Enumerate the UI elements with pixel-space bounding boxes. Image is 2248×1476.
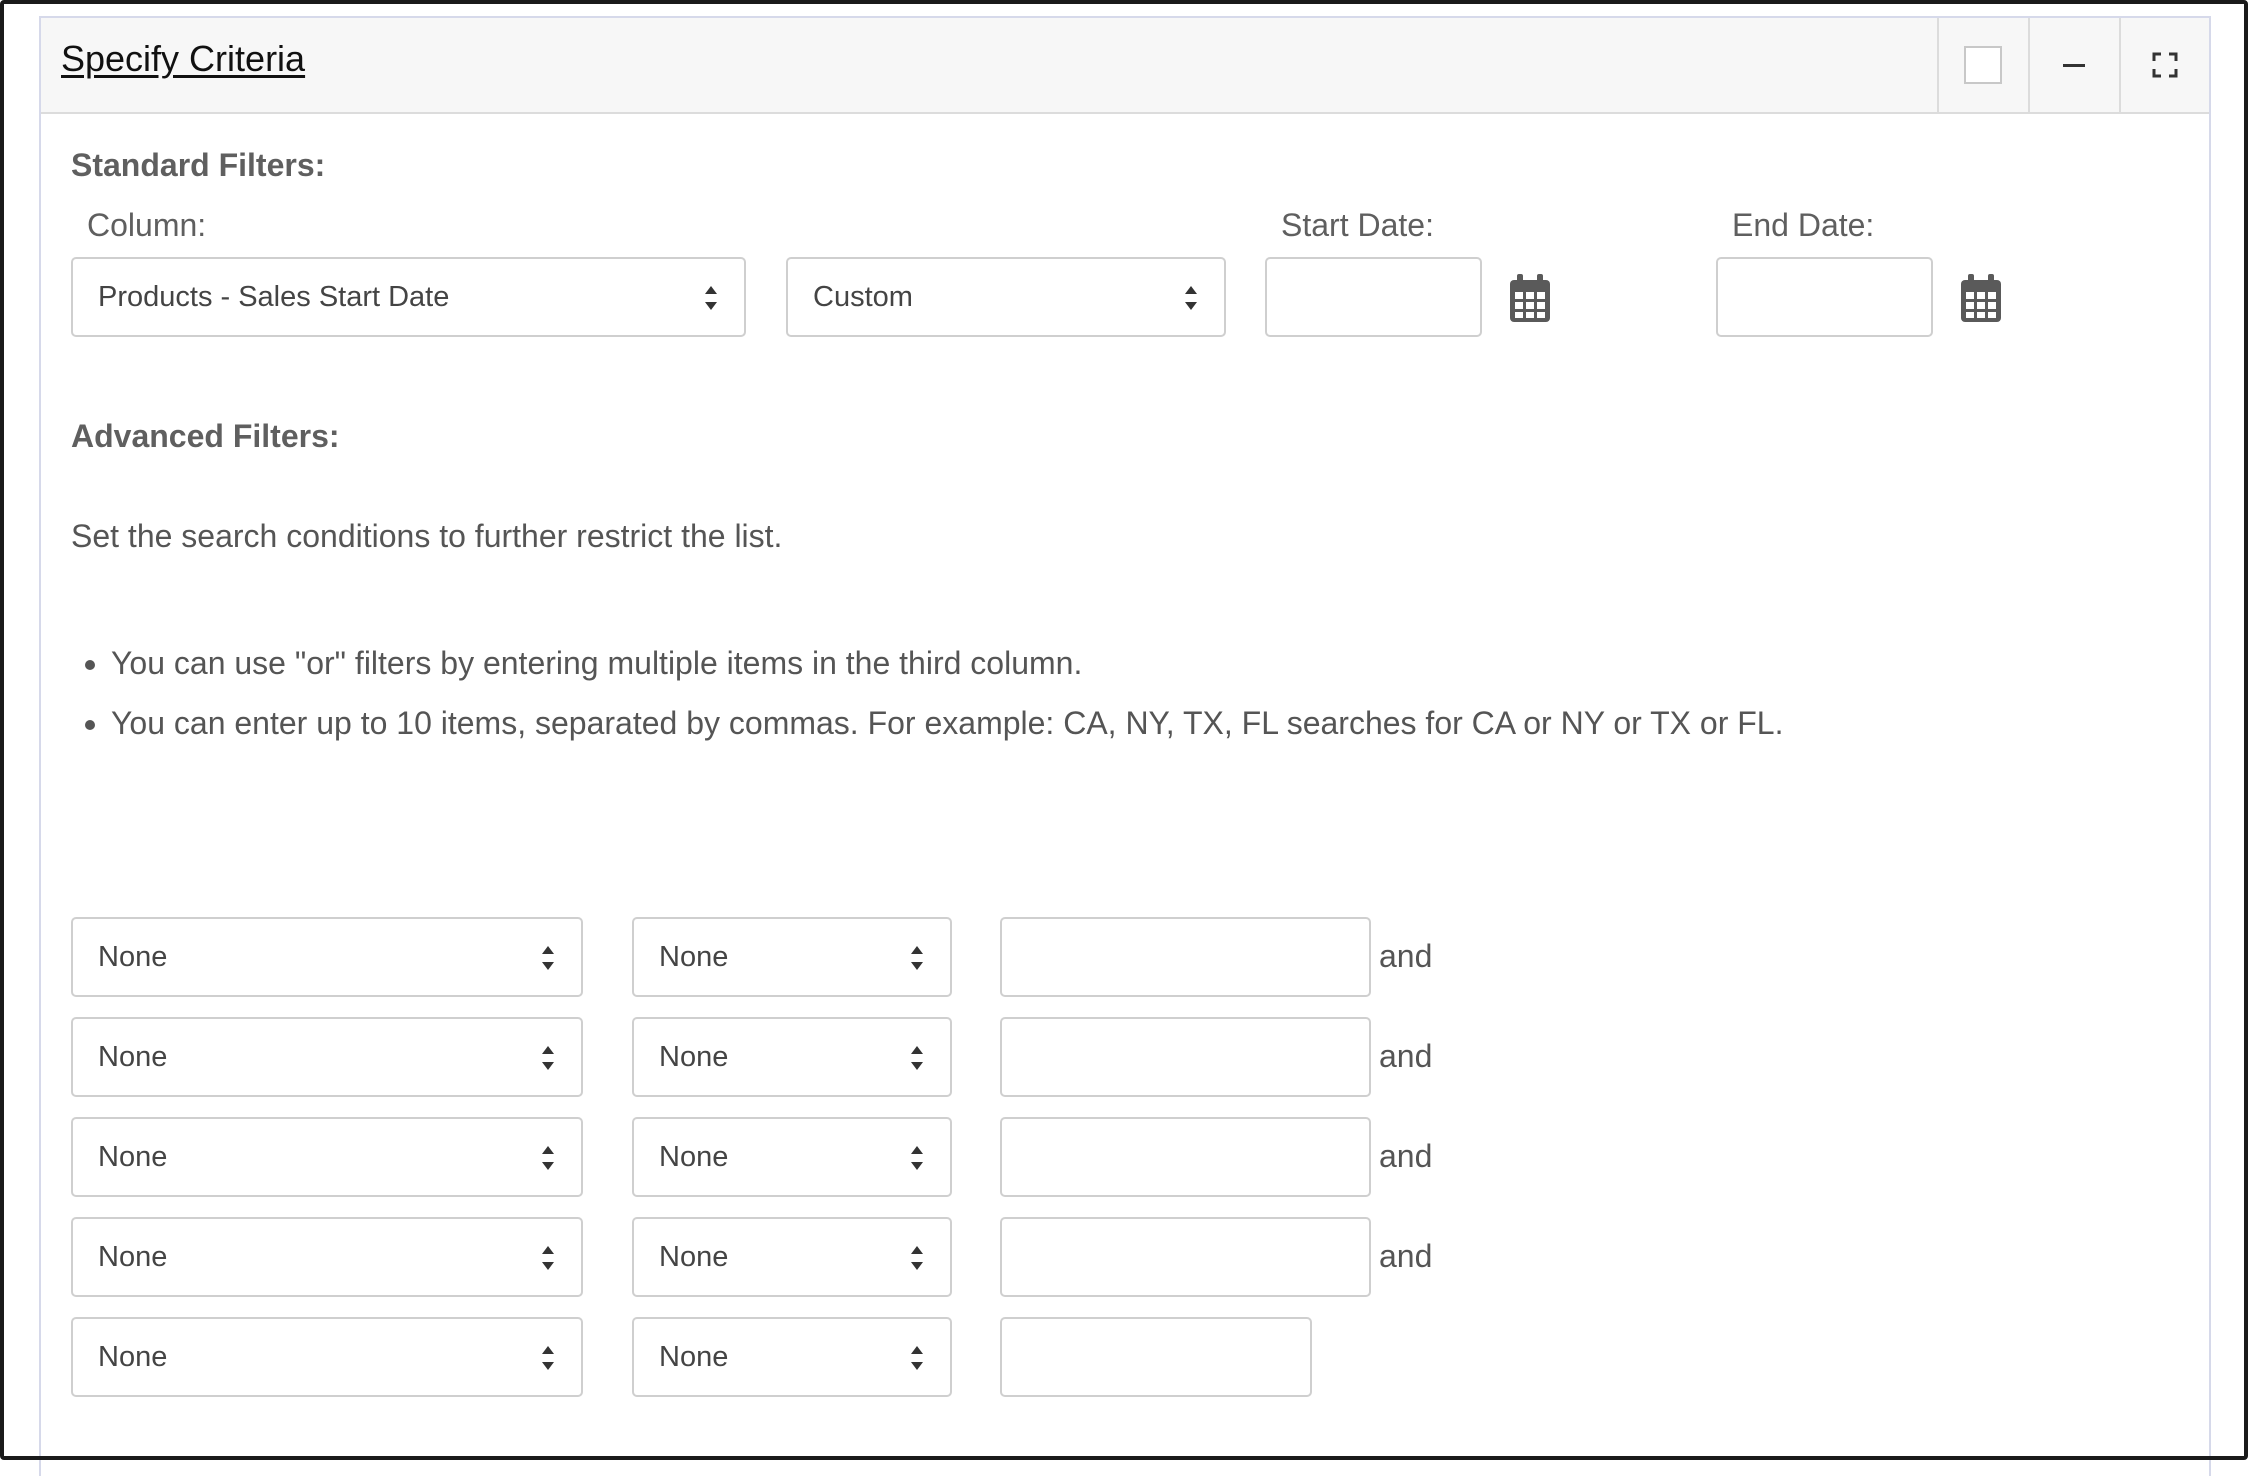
expand-icon (2152, 52, 2178, 78)
advanced-column-select-4[interactable]: None (71, 1217, 583, 1297)
select-arrows-icon (911, 1146, 923, 1170)
column-select-value: Products - Sales Start Date (98, 281, 450, 313)
advanced-operator-select-3[interactable]: None (632, 1117, 952, 1197)
select-arrows-icon (542, 1046, 554, 1070)
select-arrows-icon (911, 1046, 923, 1070)
and-connector: and (1379, 1038, 1433, 1074)
advanced-filters-tips: You can use "or" filters by entering mul… (71, 638, 1783, 758)
checkbox-icon (1964, 46, 2002, 84)
panel-checkbox[interactable] (1937, 18, 2027, 112)
select-arrows-icon (542, 946, 554, 970)
advanced-column-select-5[interactable]: None (71, 1317, 583, 1397)
advanced-filters-heading: Advanced Filters: (71, 418, 340, 454)
advanced-value-input-4[interactable] (1000, 1217, 1371, 1297)
select-arrows-icon (705, 286, 717, 310)
advanced-column-select-3[interactable]: None (71, 1117, 583, 1197)
start-date-calendar-icon[interactable] (1508, 274, 1552, 324)
date-range-select[interactable]: Custom (786, 257, 1226, 337)
advanced-value-input-1[interactable] (1000, 917, 1371, 997)
advanced-column-select-2[interactable]: None (71, 1017, 583, 1097)
tip-item: You can use "or" filters by entering mul… (111, 638, 1783, 698)
select-arrows-icon (911, 1346, 923, 1370)
select-arrows-icon (911, 946, 923, 970)
start-date-label: Start Date: (1281, 207, 1434, 243)
select-arrows-icon (542, 1146, 554, 1170)
expand-button[interactable] (2119, 18, 2209, 112)
date-range-select-value: Custom (813, 281, 913, 313)
end-date-label: End Date: (1732, 207, 1875, 243)
advanced-operator-select-1[interactable]: None (632, 917, 952, 997)
and-connector: and (1379, 1238, 1433, 1274)
and-connector: and (1379, 938, 1433, 974)
advanced-value-input-2[interactable] (1000, 1017, 1371, 1097)
column-select[interactable]: Products - Sales Start Date (71, 257, 746, 337)
panel-header: Specify Criteria (41, 18, 2209, 114)
select-arrows-icon (542, 1246, 554, 1270)
select-arrows-icon (1185, 286, 1197, 310)
end-date-input[interactable] (1716, 257, 1933, 337)
and-connector: and (1379, 1138, 1433, 1174)
advanced-filters-description: Set the search conditions to further res… (71, 518, 783, 554)
advanced-operator-select-4[interactable]: None (632, 1217, 952, 1297)
advanced-operator-select-5[interactable]: None (632, 1317, 952, 1397)
advanced-value-input-5[interactable] (1000, 1317, 1312, 1397)
end-date-calendar-icon[interactable] (1959, 274, 2003, 324)
panel-title[interactable]: Specify Criteria (61, 38, 305, 80)
advanced-column-select-1[interactable]: None (71, 917, 583, 997)
select-arrows-icon (542, 1346, 554, 1370)
advanced-operator-select-2[interactable]: None (632, 1017, 952, 1097)
select-arrows-icon (911, 1246, 923, 1270)
start-date-input[interactable] (1265, 257, 1482, 337)
tip-item: You can enter up to 10 items, separated … (111, 698, 1783, 758)
standard-filters-heading: Standard Filters: (71, 147, 326, 183)
minimize-icon (2063, 63, 2085, 67)
specify-criteria-panel: Specify Criteria Standard Filters: Colum… (39, 16, 2211, 1476)
advanced-value-input-3[interactable] (1000, 1117, 1371, 1197)
minimize-button[interactable] (2028, 18, 2118, 112)
column-label: Column: (87, 207, 207, 243)
